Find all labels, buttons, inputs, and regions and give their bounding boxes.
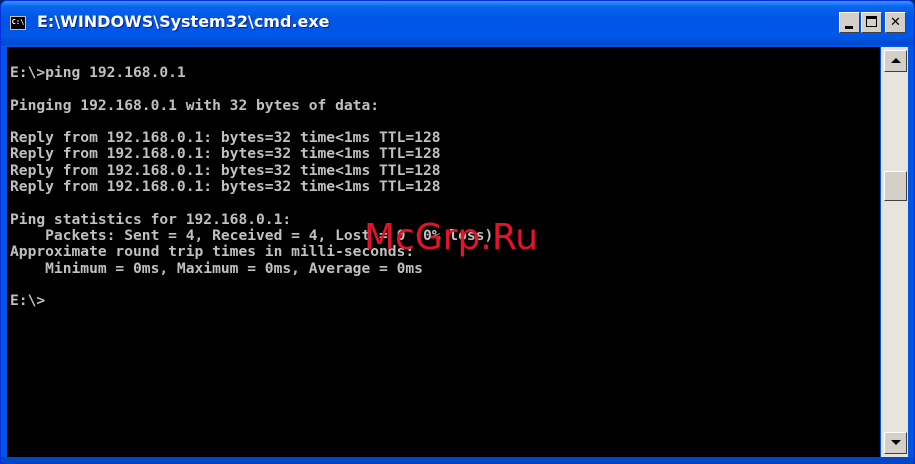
maximize-icon <box>866 16 877 27</box>
console-text: E:\>ping 192.168.0.1 Pinging 192.168.0.1… <box>10 64 503 310</box>
arrow-up-icon <box>891 58 901 63</box>
close-icon: ✕ <box>890 15 901 30</box>
window-bottom-border <box>1 457 914 463</box>
title-bar[interactable]: C:\ E:\WINDOWS\System32\cmd.exe ✕ <box>1 1 914 45</box>
vertical-scrollbar[interactable] <box>881 47 908 457</box>
arrow-down-icon <box>891 440 901 445</box>
watermark-logo: McGrp.Ru <box>364 217 539 258</box>
window-title: E:\WINDOWS\System32\cmd.exe <box>37 12 330 31</box>
maximize-button[interactable] <box>861 12 882 33</box>
minimize-icon <box>845 26 853 29</box>
cmd-window: C:\ E:\WINDOWS\System32\cmd.exe ✕ E:\>pi… <box>0 0 915 464</box>
scrollbar-thumb[interactable] <box>884 171 907 201</box>
scroll-down-button[interactable] <box>884 432 907 454</box>
scroll-up-button[interactable] <box>884 50 907 72</box>
minimize-button[interactable] <box>839 12 860 33</box>
cmd-app-icon[interactable]: C:\ <box>10 16 26 30</box>
close-button[interactable]: ✕ <box>885 12 906 33</box>
console-output-area[interactable]: E:\>ping 192.168.0.1 Pinging 192.168.0.1… <box>7 47 880 457</box>
